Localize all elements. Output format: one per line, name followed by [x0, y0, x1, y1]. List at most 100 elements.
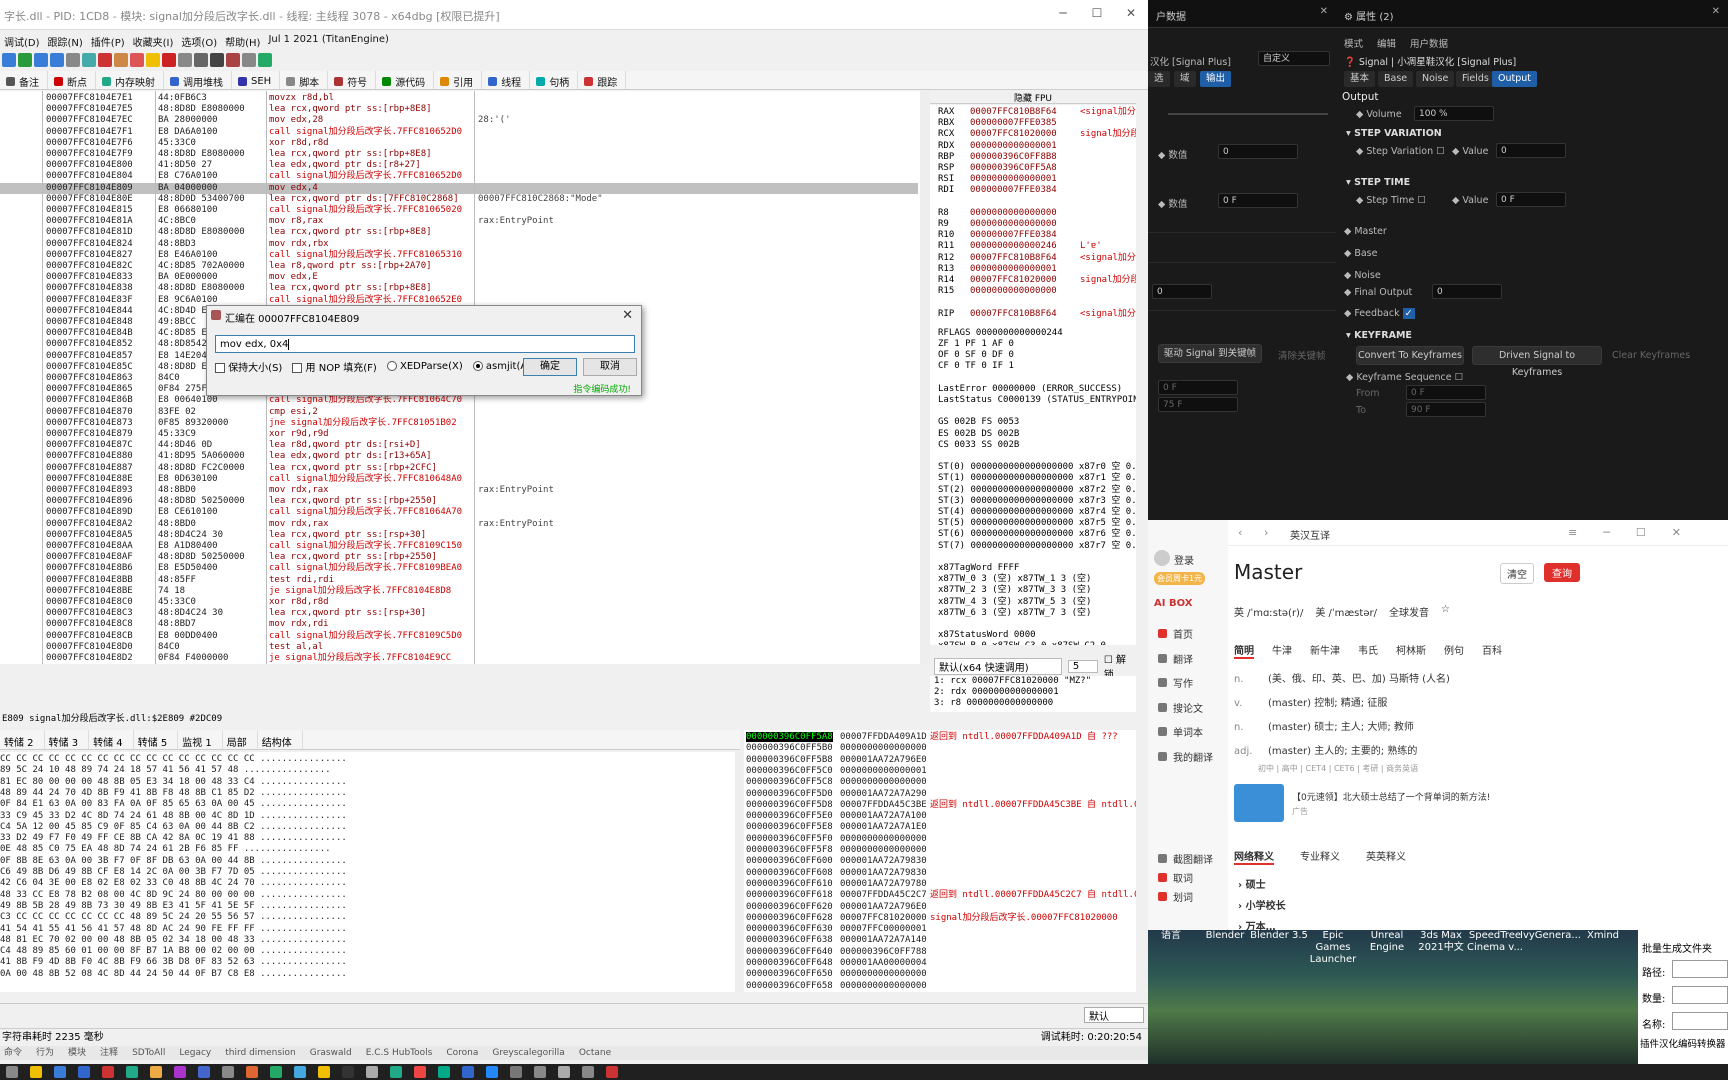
disasm-row[interactable]: 00007FFC8104E815 E8 06680100 call signal加分… [0, 205, 918, 216]
register-row[interactable]: RDI 000000007FFE0384 [938, 185, 1080, 196]
taskbar-icon[interactable] [318, 1066, 330, 1078]
dict-tab[interactable]: 简明 [1234, 642, 1254, 659]
register-row[interactable]: RBX 000000007FFE0385 [938, 118, 1080, 129]
tab-6[interactable]: 符号 [328, 71, 377, 89]
desktop-icon[interactable]: Xmind [1574, 930, 1632, 942]
net-item[interactable]: › 小学校长 [1238, 897, 1286, 912]
sidebar-item-2[interactable]: 写作 [1158, 675, 1193, 690]
taskbar-icon[interactable] [510, 1066, 522, 1078]
net-item[interactable]: › 硕士 [1238, 876, 1286, 891]
flag-row[interactable]: LastStatus C0000139 (STATUS_ENTRYPOINT [938, 395, 1136, 406]
bookmark-item[interactable]: 行为 [36, 1046, 54, 1060]
dump-tab[interactable]: 监视 1 [178, 730, 223, 749]
search-word[interactable]: Master [1234, 560, 1302, 584]
disasm-row[interactable]: 00007FFC8104E8A2 48:8BD0 mov rdx,rax rax:En… [0, 519, 918, 530]
disasm-row[interactable]: 00007FFC8104E8BE 74 18 je signal加分段后改字长.7F… [0, 586, 918, 597]
desktop-icon[interactable]: Epic Games Launcher [1304, 930, 1362, 966]
register-row[interactable]: R9 0000000000000000 [938, 219, 1080, 230]
taskbar-icon[interactable] [414, 1066, 426, 1078]
taskbar-icon[interactable] [198, 1066, 210, 1078]
bookmark-item[interactable]: 模块 [68, 1046, 86, 1060]
flag-row[interactable]: ST(5) 0000000000000000000 x87r5 空 0.0 [938, 518, 1136, 529]
toolbar-icon[interactable] [226, 53, 240, 67]
menu-userdata[interactable]: 用户数据 [1410, 36, 1448, 50]
net-tab[interactable]: 专业释义 [1300, 848, 1340, 865]
avatar[interactable] [1154, 550, 1170, 566]
desktop-icon[interactable]: 语言 [1142, 930, 1200, 942]
tab-5[interactable]: 脚本 [280, 71, 329, 89]
dump-tab[interactable]: 转储 3 [45, 730, 90, 749]
dump-scrollbar[interactable] [735, 752, 743, 992]
disasm-scrollbar[interactable] [920, 91, 930, 664]
disasm-row[interactable]: 00007FFC8104E86B E8 00640100 call signal加分… [0, 395, 918, 406]
taskbar-icon[interactable] [342, 1066, 354, 1078]
disasm-row[interactable]: 00007FFC8104E824 48:8BD3 mov rdx,rbx [0, 239, 918, 250]
flag-row[interactable]: ST(1) 0000000000000000000 x87r1 空 0.0 [938, 473, 1136, 484]
flag-row[interactable]: x87TW_4 3 (空) x87TW_5 3 (空) [938, 597, 1091, 608]
taskbar-icon[interactable] [54, 1066, 66, 1078]
stack-row[interactable]: 000000396C0FF618 00007FFDDA45C2C7 返回到 ntdl… [746, 890, 1136, 901]
bookmark-item[interactable]: Octane [579, 1046, 611, 1060]
dump-row[interactable]: 41 54 41 55 41 56 41 57 48 8D AC 24 90 F… [0, 924, 347, 935]
toolbar-icon[interactable] [66, 53, 80, 67]
bookmark-item[interactable]: E.C.S HubTools [366, 1046, 433, 1060]
disasm-row[interactable]: 00007FFC8104E8C0 45:33C0 xor r8d,r8d [0, 597, 918, 608]
taskbar-icon[interactable] [366, 1066, 378, 1078]
dict-tab[interactable]: 新牛津 [1310, 642, 1340, 659]
to-field-left[interactable]: 75 F [1158, 397, 1238, 412]
dump-row[interactable]: C4 48 89 85 60 01 00 00 8F B7 1A B8 00 0… [0, 946, 347, 957]
driven-keyframes-button[interactable]: Driven Signal to Keyframes [1472, 346, 1602, 378]
stack-row[interactable]: 000000396C0FF628 00007FFC81020000 signal加分… [746, 913, 1136, 924]
tab-options[interactable]: 选 [1148, 71, 1170, 87]
register-row[interactable]: R13 0000000000000001 [938, 264, 1080, 275]
flag-row[interactable]: GS 002B FS 0053 [938, 417, 1019, 428]
dict-tab[interactable]: 百科 [1482, 642, 1502, 659]
stack-row[interactable]: 000000396C0FF648 000001AA00000004 [746, 958, 1136, 969]
default-select[interactable]: 默认 [1084, 1007, 1144, 1023]
clear-keyframes-button[interactable]: Clear Keyframes [1612, 350, 1690, 361]
disasm-row[interactable]: 00007FFC8104E7F9 48:8D8D E8080000 lea rcx,… [0, 149, 918, 160]
dump-row[interactable]: 0F 8B 8E 63 0A 00 3B F7 0F 8F DB 63 0A 0… [0, 856, 347, 867]
sidebar-item-0[interactable]: 首页 [1158, 626, 1193, 641]
stack-row[interactable]: 000000396C0FF610 000001AA72A79780 [746, 879, 1136, 890]
flag-row[interactable]: CS 0033 SS 002B [938, 440, 1019, 451]
taskbar-icon[interactable] [606, 1066, 618, 1078]
stack-row[interactable]: 000000396C0FF5B8 000001AA72A796E0 [746, 755, 1136, 766]
back-icon[interactable]: ‹ [1238, 526, 1242, 539]
clear-keyframe-button[interactable]: 清除关键帧 [1278, 348, 1326, 362]
taskbar-icon[interactable] [462, 1066, 474, 1078]
register-row[interactable]: R11 0000000000000246 L'ɐ' [938, 241, 1102, 252]
stack-row[interactable]: 000000396C0FF5E8 000001AA72A7A1E0 [746, 822, 1136, 833]
toolbar-icon[interactable] [210, 53, 224, 67]
toolbar-icon[interactable] [162, 53, 176, 67]
vip-badge[interactable]: 会员周卡1元 [1154, 572, 1206, 585]
disasm-row[interactable]: 00007FFC8104E8A5 48:8D4C24 30 lea rcx,qwor… [0, 530, 918, 541]
disasm-row[interactable]: 00007FFC8104E809 BA 04000000 mov edx,4 [0, 182, 918, 194]
taskbar-icon[interactable] [534, 1066, 546, 1078]
dump-row[interactable]: 33 C9 45 33 D2 4C 8D 74 24 61 48 8B 00 4… [0, 811, 347, 822]
stack-row[interactable]: 000000396C0FF5D0 000001AA72A7A290 [746, 789, 1136, 800]
register-row[interactable] [938, 197, 1080, 208]
menu-edit[interactable]: 编辑 [1377, 36, 1396, 50]
disasm-row[interactable]: 00007FFC8104E88E E8 0D630100 call signal加分… [0, 474, 918, 485]
dump-row[interactable]: 89 5C 24 10 48 89 74 24 18 57 41 56 41 5… [0, 765, 331, 776]
toolbar-icon[interactable] [98, 53, 112, 67]
stack-row[interactable]: 000000396C0FF650 0000000000000000 [746, 969, 1136, 980]
flag-row[interactable]: x87TW_0 3 (空) x87TW_1 3 (空) [938, 574, 1091, 585]
toolbar-icon[interactable] [2, 53, 16, 67]
stack-row[interactable]: 000000396C0FF5C8 0000000000000000 [746, 777, 1136, 788]
callconv-count[interactable]: 5 [1067, 659, 1098, 673]
disasm-row[interactable]: 00007FFC8104E8AF 48:8D8D 50250000 lea rcx,… [0, 552, 918, 563]
disasm-row[interactable]: 00007FFC8104E896 48:8D8D 50250000 lea rcx,… [0, 496, 918, 507]
register-row[interactable]: R12 00007FFC810B8F64 <signal加分 [938, 253, 1136, 264]
tab-8[interactable]: 引用 [434, 71, 483, 89]
stack-row[interactable]: 000000396C0FF638 000001AA72A7A140 [746, 935, 1136, 946]
flag-row[interactable]: ZF 1 PF 1 AF 0 [938, 339, 1014, 350]
sidebar-item-4[interactable]: 单词本 [1158, 724, 1203, 739]
dump-row[interactable]: CC CC CC CC CC CC CC CC CC CC CC CC CC C… [0, 754, 347, 765]
register-row[interactable]: RSP 000000396C0FF5A8 [938, 163, 1080, 174]
disasm-row[interactable]: 00007FFC8104E880 41:8D95 5A060000 lea edx,… [0, 451, 918, 462]
ai-box[interactable]: AI BOX [1154, 598, 1192, 609]
taskbar-icon[interactable] [78, 1066, 90, 1078]
disasm-row[interactable]: 00007FFC8104E7E1 44:0FB6C3 movzx r8d,bl [0, 93, 918, 104]
